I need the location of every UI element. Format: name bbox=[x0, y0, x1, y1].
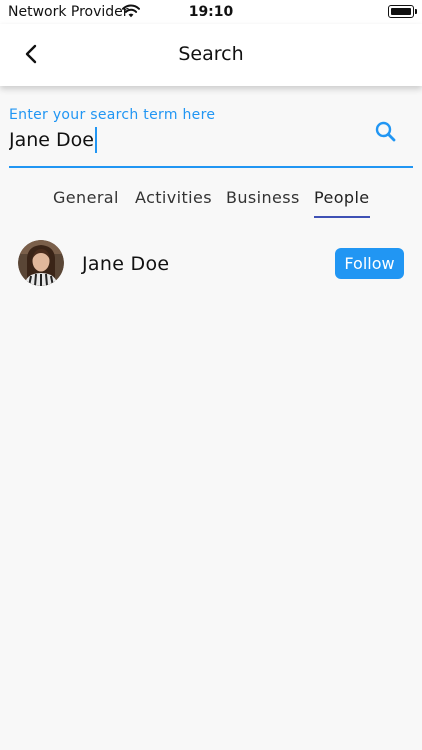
text-cursor bbox=[95, 127, 97, 153]
tab-general[interactable]: General bbox=[53, 188, 119, 218]
result-name[interactable]: Jane Doe bbox=[82, 253, 169, 275]
app-bar: Search bbox=[0, 24, 422, 86]
search-input[interactable] bbox=[9, 126, 349, 154]
list-item[interactable]: Jane Doe Follow bbox=[0, 236, 422, 292]
status-time: 19:10 bbox=[188, 4, 234, 20]
follow-button[interactable]: Follow bbox=[335, 248, 404, 279]
battery-full-icon bbox=[388, 5, 417, 18]
tab-activities[interactable]: Activities bbox=[135, 188, 212, 218]
page-title: Search bbox=[178, 43, 244, 65]
tab-people[interactable]: People bbox=[314, 188, 370, 218]
tab-business[interactable]: Business bbox=[226, 188, 300, 218]
search-icon[interactable] bbox=[372, 118, 400, 146]
category-tabs: General Activities Business People bbox=[0, 188, 422, 218]
avatar[interactable] bbox=[18, 240, 64, 286]
search-label: Enter your search term here bbox=[9, 107, 216, 123]
status-bar: Network Provider 19:10 bbox=[0, 0, 422, 24]
search-field[interactable]: Enter your search term here bbox=[9, 96, 413, 168]
